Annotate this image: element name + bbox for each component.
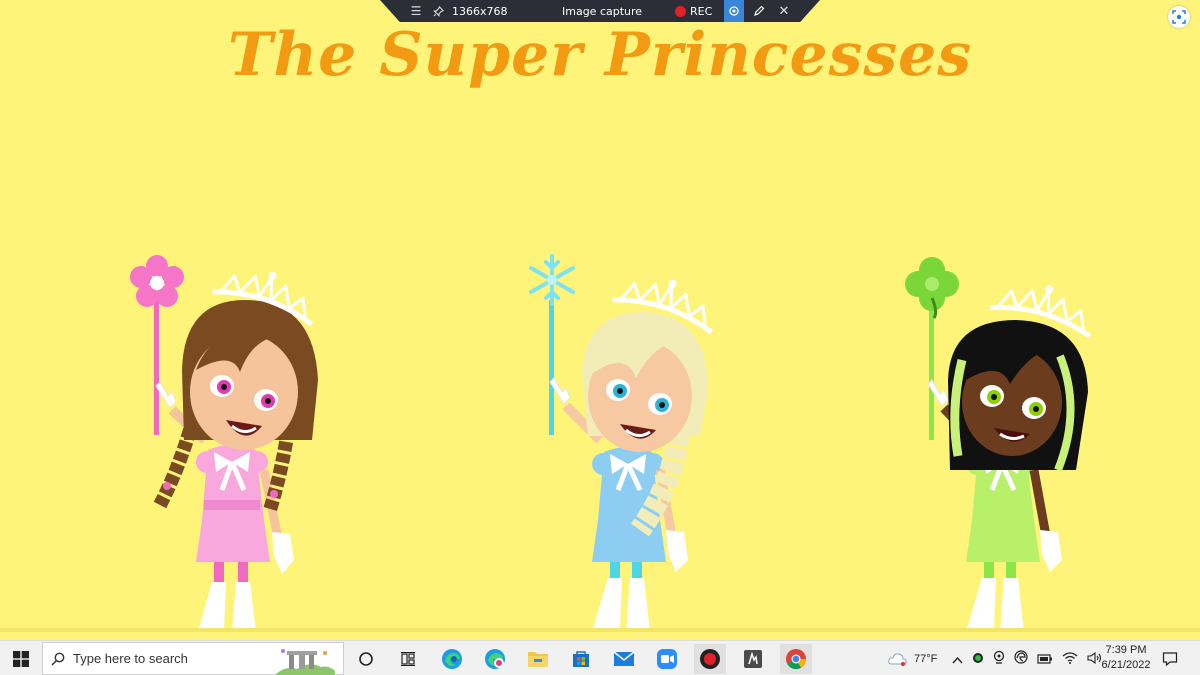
chrome-icon [786,649,807,670]
taskbar-clock[interactable]: 7:39 PM 6/21/2022 [1096,643,1156,673]
green-status-icon[interactable] [972,649,984,668]
webcam-icon[interactable] [993,649,1005,668]
pink-princess [130,255,323,632]
zoom-icon [657,649,677,669]
blue-wand-stick [549,300,554,435]
edge-tray-icon[interactable] [1014,649,1028,668]
clover-wand-icon [905,257,959,319]
battery-icon[interactable] [1037,649,1053,668]
taskbar-mail[interactable] [608,644,640,674]
windows-taskbar: Type here to search 77°F 7:39 PM 6/21/20… [0,640,1200,675]
notifications-button[interactable] [1162,641,1178,675]
notification-icon [1162,651,1178,666]
taskbar-zoom[interactable] [651,644,683,674]
search-highlight-icon [275,645,335,675]
circle-icon [359,652,373,666]
princess-scene [130,0,1200,632]
ground-line [0,628,1200,632]
flower-wand-icon [130,255,184,307]
taskbar-edge-beta[interactable] [479,644,511,674]
search-placeholder: Type here to search [73,651,188,666]
taskbar-microsoft-store[interactable] [565,644,597,674]
folder-icon [528,652,548,667]
weather-widget[interactable]: 77°F [888,641,937,675]
cloud-weather-icon [888,652,907,666]
search-icon [43,652,73,666]
task-view-icon [401,652,415,666]
store-icon [573,651,589,667]
green-princess [905,257,1100,632]
record-icon [700,649,720,669]
wifi-icon[interactable] [1062,649,1078,668]
task-view-button[interactable] [350,644,382,674]
windows-logo-icon [13,650,29,667]
weather-temperature: 77°F [914,652,938,665]
edge-icon [442,649,462,669]
system-tray-icons [952,641,1103,675]
chevron-up-icon[interactable] [952,649,963,668]
taskbar-file-explorer[interactable] [522,644,554,674]
taskbar-studio[interactable] [737,644,769,674]
studio-icon [744,650,762,668]
search-box[interactable]: Type here to search [42,642,344,675]
edge-beta-icon [485,649,505,669]
snowflake-wand-icon [529,254,575,306]
pink-wand-stick [154,295,159,435]
taskbar-edge[interactable] [436,644,468,674]
taskbar-recorder[interactable] [694,644,726,674]
clock-time: 7:39 PM [1105,644,1147,656]
blue-princess [529,254,723,632]
mail-icon [613,651,635,666]
clock-date: 6/21/2022 [1101,659,1151,671]
widgets-button[interactable] [392,644,424,674]
start-button[interactable] [0,641,42,675]
green-wand-stick [929,305,934,440]
taskbar-chrome[interactable] [780,644,812,674]
